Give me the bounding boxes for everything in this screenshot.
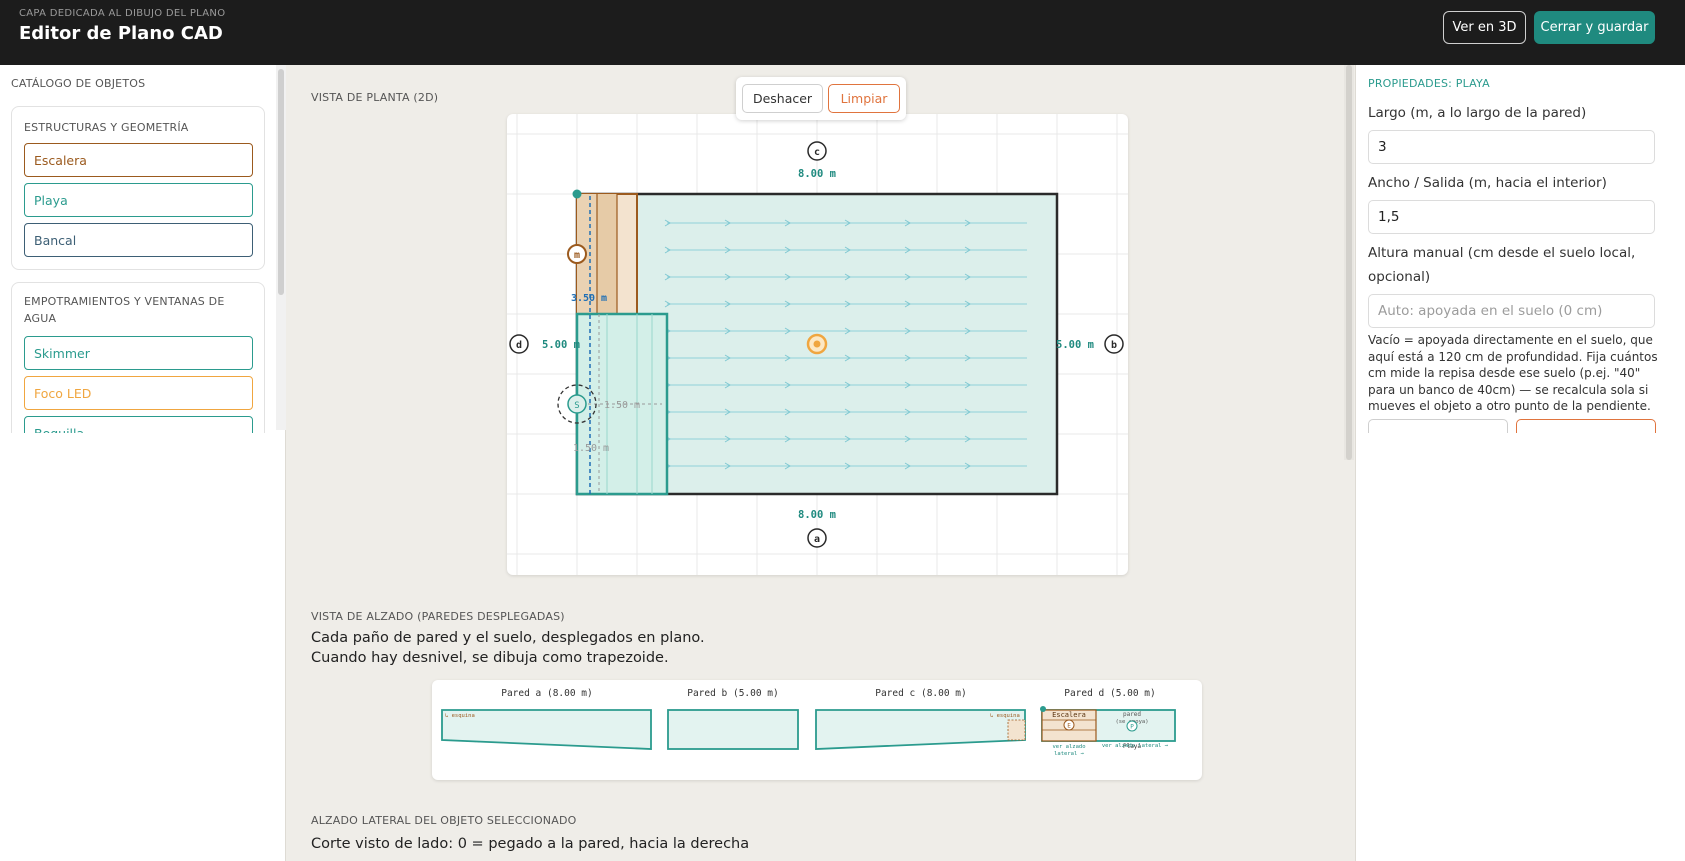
dim-left-label: 5.00 m: [542, 339, 580, 351]
wall-c-marker[interactable]: c: [807, 141, 827, 161]
elevation-view-canvas[interactable]: Pared a (8.00 m) Pared b (5.00 m) Pared …: [432, 680, 1202, 780]
svg-text:↳ esquina: ↳ esquina: [990, 713, 1020, 719]
app-title: Editor de Plano CAD: [19, 23, 223, 44]
catalog-panel: CATÁLOGO DE OBJETOS ESTRUCTURAS Y GEOMET…: [0, 65, 286, 861]
properties-secondary-button[interactable]: [1368, 419, 1508, 433]
svg-text:E: E: [1067, 723, 1071, 730]
app-header: CAPA DEDICADA AL DIBUJO DEL PLANO Editor…: [0, 0, 1685, 65]
svg-text:Escalera: Escalera: [1052, 711, 1086, 719]
app-subtitle: CAPA DEDICADA AL DIBUJO DEL PLANO: [19, 8, 226, 19]
plan-view-card: 3.50 m 1.50 m 1.50 m m S 8.00 m 8.00 m 5…: [507, 114, 1128, 575]
catalog-scroll-area[interactable]: CATÁLOGO DE OBJETOS ESTRUCTURAS Y GEOMET…: [0, 65, 276, 433]
height-input[interactable]: [1368, 294, 1655, 328]
wall-c-elevation[interactable]: ↳ esquina: [815, 709, 1026, 750]
catalog-item-boquilla[interactable]: Boquilla: [24, 416, 253, 433]
catalog-item-skimmer[interactable]: Skimmer: [24, 336, 253, 370]
dim-bottom-label: 8.00 m: [798, 509, 836, 521]
wall-a-title: Pared a (8.00 m): [501, 688, 593, 699]
width-label: Ancho / Salida (m, hacia el interior): [1368, 175, 1607, 191]
catalog-group-structures: ESTRUCTURAS Y GEOMETRÍA Escalera Playa B…: [11, 106, 265, 270]
svg-text:↳ esquina: ↳ esquina: [445, 713, 475, 719]
wall-d-marker[interactable]: d: [509, 334, 529, 354]
height-label: Altura manual (cm desde el suelo local, …: [1368, 245, 1636, 285]
properties-scroll-area[interactable]: PROPIEDADES: PLAYA Largo (m, a lo largo …: [1356, 65, 1676, 433]
selection-handle[interactable]: [572, 189, 582, 199]
svg-text:pared: pared: [1123, 711, 1141, 718]
plan-section-label: VISTA DE PLANTA (2D): [311, 91, 439, 104]
group-title: EMPOTRAMIENTOS Y VENTANAS DE AGUA: [24, 295, 225, 325]
elevation-description: Cada paño de pared y el suelo, desplegad…: [311, 630, 705, 666]
properties-title: PROPIEDADES: PLAYA: [1368, 77, 1490, 90]
beach-width-label: 1.50 m: [604, 400, 640, 411]
close-save-button[interactable]: Cerrar y guardar: [1534, 11, 1655, 44]
catalog-item-bancal[interactable]: Bancal: [24, 223, 253, 257]
wall-a-marker[interactable]: a: [807, 528, 827, 548]
svg-text:d: d: [516, 340, 522, 351]
catalog-item-foco-led[interactable]: Foco LED: [24, 376, 253, 410]
svg-text:S: S: [574, 401, 579, 411]
d-stair-side-link[interactable]: ver alzado: [1052, 744, 1085, 750]
wall-d-title: Pared d (5.00 m): [1064, 688, 1156, 699]
dim-top-label: 8.00 m: [798, 168, 836, 180]
properties-delete-button[interactable]: [1516, 419, 1656, 433]
led-light-marker[interactable]: [806, 333, 828, 355]
catalog-title: CATÁLOGO DE OBJETOS: [11, 77, 146, 90]
beach-length-label: 1.50 m: [573, 443, 609, 454]
svg-text:a: a: [814, 534, 820, 545]
side-elevation-section-label: ALZADO LATERAL DEL OBJETO SELECCIONADO: [311, 814, 577, 827]
catalog-item-playa[interactable]: Playa: [24, 183, 253, 217]
stair-marker[interactable]: m: [567, 244, 587, 264]
length-input[interactable]: [1368, 130, 1655, 164]
d-beach-side-link[interactable]: ver alzado lateral →: [1102, 743, 1169, 749]
properties-panel: PROPIEDADES: PLAYA Largo (m, a lo largo …: [1355, 65, 1685, 861]
catalog-scrollbar-thumb[interactable]: [278, 69, 284, 295]
d-stair-side-link-2[interactable]: lateral →: [1054, 751, 1084, 757]
wall-a-elevation[interactable]: ↳ esquina: [441, 709, 652, 750]
wall-b-marker[interactable]: b: [1104, 334, 1124, 354]
svg-text:P: P: [1130, 724, 1134, 731]
main-scrollbar-thumb[interactable]: [1346, 65, 1352, 460]
undo-button[interactable]: Deshacer: [742, 84, 823, 113]
height-help-text: Vacío = apoyada directamente en el suelo…: [1368, 333, 1658, 413]
clear-button[interactable]: Limpiar: [828, 84, 900, 113]
side-elevation-description: Corte visto de lado: 0 = pegado a la par…: [311, 836, 750, 861]
elevation-view-card: Pared a (8.00 m) Pared b (5.00 m) Pared …: [432, 680, 1202, 780]
svg-text:c: c: [814, 147, 820, 158]
length-label: Largo (m, a lo largo de la pared): [1368, 105, 1587, 121]
plan-view-canvas[interactable]: 3.50 m 1.50 m 1.50 m m S 8.00 m 8.00 m 5…: [507, 114, 1128, 575]
width-input[interactable]: [1368, 200, 1655, 234]
plan-toolbar: Deshacer Limpiar: [736, 77, 906, 120]
catalog-item-escalera[interactable]: Escalera: [24, 143, 253, 177]
stair-length-label: 3.50 m: [571, 293, 607, 304]
elevation-section-label: VISTA DE ALZADO (PAREDES DESPLEGADAS): [311, 610, 565, 623]
wall-b-elevation[interactable]: [667, 709, 799, 750]
svg-text:b: b: [1111, 340, 1117, 351]
wall-c-title: Pared c (8.00 m): [875, 688, 967, 699]
view-3d-button[interactable]: Ver en 3D: [1443, 11, 1526, 44]
svg-text:m: m: [574, 250, 580, 261]
group-title: ESTRUCTURAS Y GEOMETRÍA: [24, 121, 189, 134]
wall-d-elevation[interactable]: Escalera E pared (se apoya) P Playa ver …: [1040, 706, 1176, 757]
wall-b-title: Pared b (5.00 m): [687, 688, 779, 699]
catalog-group-embeds: EMPOTRAMIENTOS Y VENTANAS DE AGUA Skimme…: [11, 282, 265, 433]
dim-right-label: 5.00 m: [1056, 339, 1094, 351]
